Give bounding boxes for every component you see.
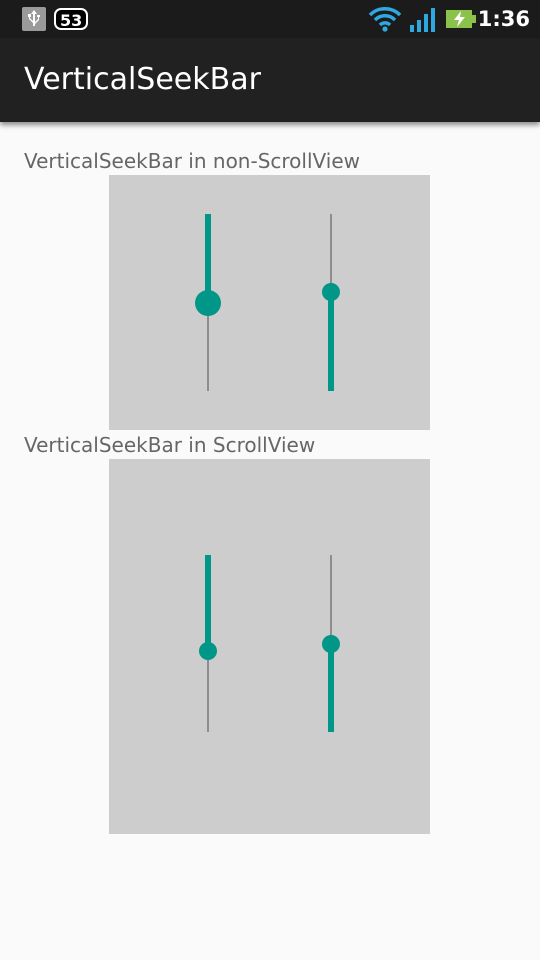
notification-count-badge: 53 [54,8,89,30]
usb-icon [22,7,46,31]
seekbar-panel-scrollview [109,459,430,834]
seekbar-thumb[interactable] [322,634,340,653]
app-title: VerticalSeekBar [24,62,261,97]
clock: 1:36 [477,7,530,31]
vertical-seekbar-bottom-to-top[interactable] [311,555,351,732]
signal-icon [410,8,436,32]
seekbar-thumb[interactable] [322,282,340,301]
action-bar: VerticalSeekBar [0,38,540,122]
seekbar-thumb[interactable] [195,289,221,316]
section-label-non-scrollview: VerticalSeekBar in non-ScrollView [24,149,360,173]
section-label-scrollview: VerticalSeekBar in ScrollView [24,433,316,457]
seekbar-progress [205,555,211,651]
vertical-seekbar-top-to-bottom[interactable] [188,214,228,391]
status-bar: 53 1:36 [0,0,540,38]
seekbar-thumb[interactable] [199,641,217,660]
seekbar-panel-non-scrollview [109,175,430,430]
vertical-seekbar-bottom-to-top[interactable] [311,214,351,391]
seekbar-progress [328,291,334,391]
vertical-seekbar-top-to-bottom[interactable] [188,555,228,732]
wifi-icon [368,6,402,32]
seekbar-progress [328,643,334,732]
battery-charging-icon [446,10,476,28]
